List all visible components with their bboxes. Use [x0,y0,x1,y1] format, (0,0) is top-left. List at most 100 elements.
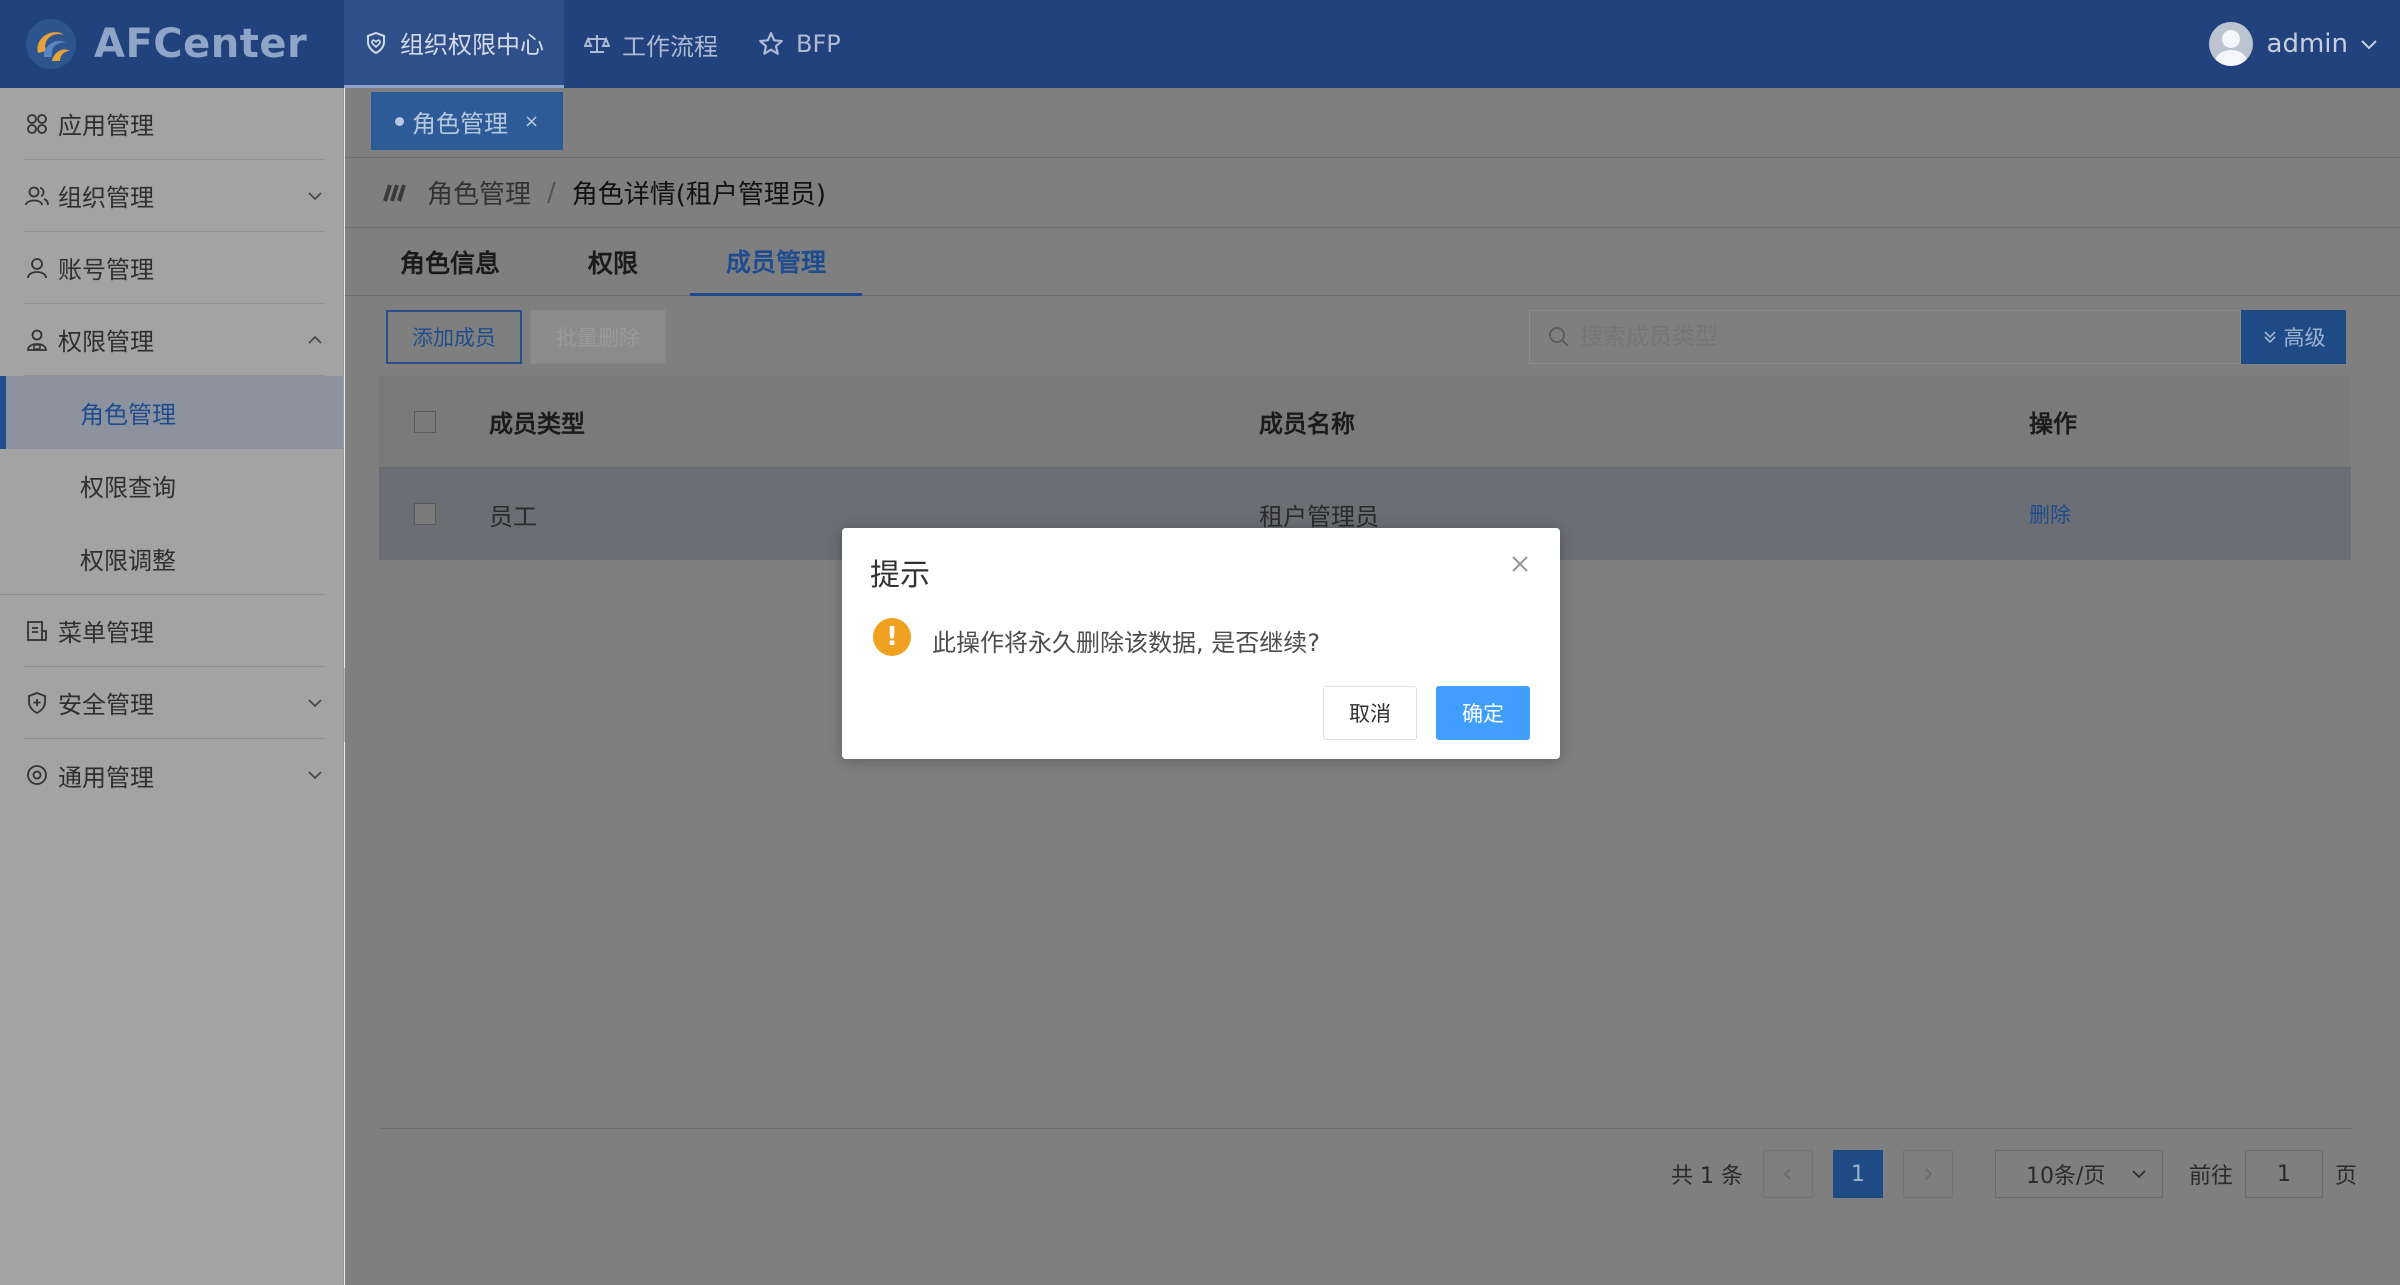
top-nav: 组织权限中心 工作流程 BFP [344,0,861,88]
page-tabs-bar: 角色管理 × [345,88,2400,158]
sidebar-subitem-label: 权限调整 [80,546,176,575]
tab-label: 角色信息 [400,249,501,278]
chevron-right-icon [1925,1168,1933,1180]
add-member-button[interactable]: 添加成员 [386,310,522,364]
chevron-up-icon [308,335,322,344]
pagination-total: 共 1 条 [1671,1164,1743,1189]
search-box [1529,310,2241,364]
divider [379,1128,2351,1129]
tab-permissions[interactable]: 权限 [536,228,690,296]
shield-heart-icon [367,31,385,54]
chevron-down-icon [2361,40,2377,50]
sidebar-item-label: 权限管理 [58,328,154,356]
active-dot [395,116,404,126]
search-input[interactable] [1580,324,2180,350]
page-size-select[interactable]: 10条/页 [1994,1150,2163,1198]
sidebar-item-label: 通用管理 [58,763,154,792]
double-chevron-down-icon [2263,331,2276,344]
prev-page-button[interactable] [1762,1150,1813,1198]
select-all-checkbox[interactable] [414,410,436,433]
row-checkbox[interactable] [414,503,436,525]
logo[interactable]: AFCenter [0,0,344,88]
topnav-bfp[interactable]: BFP [738,0,861,88]
topnav-label: 工作流程 [622,32,718,61]
sidebar-item-org-management[interactable]: 组织管理 [24,160,325,232]
page-tab-label: 角色管理 [412,109,508,138]
sidebar-item-label: 账号管理 [58,256,154,284]
user-lock-icon [24,327,50,353]
dialog-title: 提示 [870,558,930,593]
close-icon[interactable]: × [524,111,539,132]
user-menu[interactable]: admin [2208,0,2380,88]
topnav-label: 组织权限中心 [400,31,544,59]
sidebar-item-security-management[interactable]: 安全管理 [24,667,325,739]
goto-page-input[interactable]: 1 [2245,1150,2323,1198]
topnav-label: BFP [796,30,841,58]
avatar [2208,22,2253,66]
chevron-down-icon [308,699,322,708]
sidebar-item-general-management[interactable]: 通用管理 [24,739,325,811]
star-icon [759,32,783,55]
detail-tabs: 角色信息 权限 成员管理 [345,228,2400,296]
grid-icon [24,111,50,137]
advanced-label: 高级 [2283,326,2326,350]
batch-delete-button[interactable]: 批量删除 [530,310,666,364]
pagination: 共 1 条 1 10条/页 前往 1 页 [1671,1150,2357,1198]
sidebar-subitem-permission-query[interactable]: 权限查询 [0,449,343,522]
app-name: AFCenter [94,21,308,67]
hamburger-icon[interactable] [381,181,411,205]
tab-label: 成员管理 [726,247,827,277]
search-icon [1549,327,1569,347]
sidebar-item-label: 菜单管理 [58,619,154,647]
header-member-type: 成员类型 [489,410,585,438]
scale-icon [584,35,610,53]
users-icon [24,183,50,209]
topnav-workflow[interactable]: 工作流程 [564,0,738,88]
toolbar: 添加成员 批量删除 高级 [345,296,2400,376]
table-header: 成员类型 成员名称 操作 [379,376,2351,468]
sidebar-item-label: 安全管理 [58,691,154,719]
cell-member-name: 租户管理员 [1259,502,1379,531]
chevron-left-icon [1783,1168,1791,1180]
topnav-org-permission-center[interactable]: 组织权限中心 [344,0,564,88]
breadcrumb: 角色管理 / 角色详情(租户管理员) [345,158,2400,228]
cell-member-type: 员工 [489,502,537,531]
tab-role-info[interactable]: 角色信息 [380,228,536,296]
user-name: admin [2266,29,2348,59]
dialog-message: 此操作将永久删除该数据, 是否继续? [932,629,1320,657]
close-icon[interactable] [1508,552,1532,576]
breadcrumb-root[interactable]: 角色管理 [427,174,531,211]
advanced-search-button[interactable]: 高级 [2241,310,2346,364]
next-page-button[interactable] [1902,1150,1953,1198]
chevron-down-icon [308,192,322,201]
header-member-name: 成员名称 [1259,410,1355,438]
header-actions: 操作 [2029,410,2077,438]
sidebar-subitem-label: 角色管理 [80,401,176,429]
goto-label: 前往 [2188,1164,2233,1189]
logo-icon [24,17,78,71]
app-root: AFCenter 组织权限中心 工作流程 BFP admin 应用管理 组织管理… [0,0,2400,1285]
sidebar-item-permission-management[interactable]: 权限管理 [24,304,325,376]
sidebar-item-menu-management[interactable]: 菜单管理 [24,595,325,667]
breadcrumb-current: 角色详情(租户管理员) [571,180,827,210]
settings-icon [24,762,50,788]
page-tab-role-management[interactable]: 角色管理 × [371,92,564,150]
confirm-button[interactable]: 确定 [1436,686,1530,740]
top-bar: AFCenter 组织权限中心 工作流程 BFP admin [0,0,2400,88]
sidebar: 应用管理 组织管理 账号管理 权限管理 角色管理 权限查询 权限调整 菜单管理 [0,88,344,1285]
user-icon [24,255,50,281]
tab-member-management[interactable]: 成员管理 [690,228,863,296]
sidebar-subitem-permission-adjust[interactable]: 权限调整 [0,522,325,595]
confirm-dialog: 提示 ! 此操作将永久删除该数据, 是否继续? 取消 确定 [842,528,1560,759]
delete-link[interactable]: 删除 [2029,499,2071,529]
sidebar-item-app-management[interactable]: 应用管理 [24,88,325,160]
sidebar-item-label: 组织管理 [58,184,154,212]
chevron-down-icon [308,771,322,780]
sidebar-item-account-management[interactable]: 账号管理 [24,232,325,304]
warning-icon: ! [873,618,911,656]
cancel-button[interactable]: 取消 [1323,686,1417,740]
sidebar-subitem-role-management[interactable]: 角色管理 [0,376,343,449]
menu-doc-icon [24,618,50,644]
page-number-current[interactable]: 1 [1832,1150,1883,1198]
sidebar-item-label: 应用管理 [58,112,154,140]
